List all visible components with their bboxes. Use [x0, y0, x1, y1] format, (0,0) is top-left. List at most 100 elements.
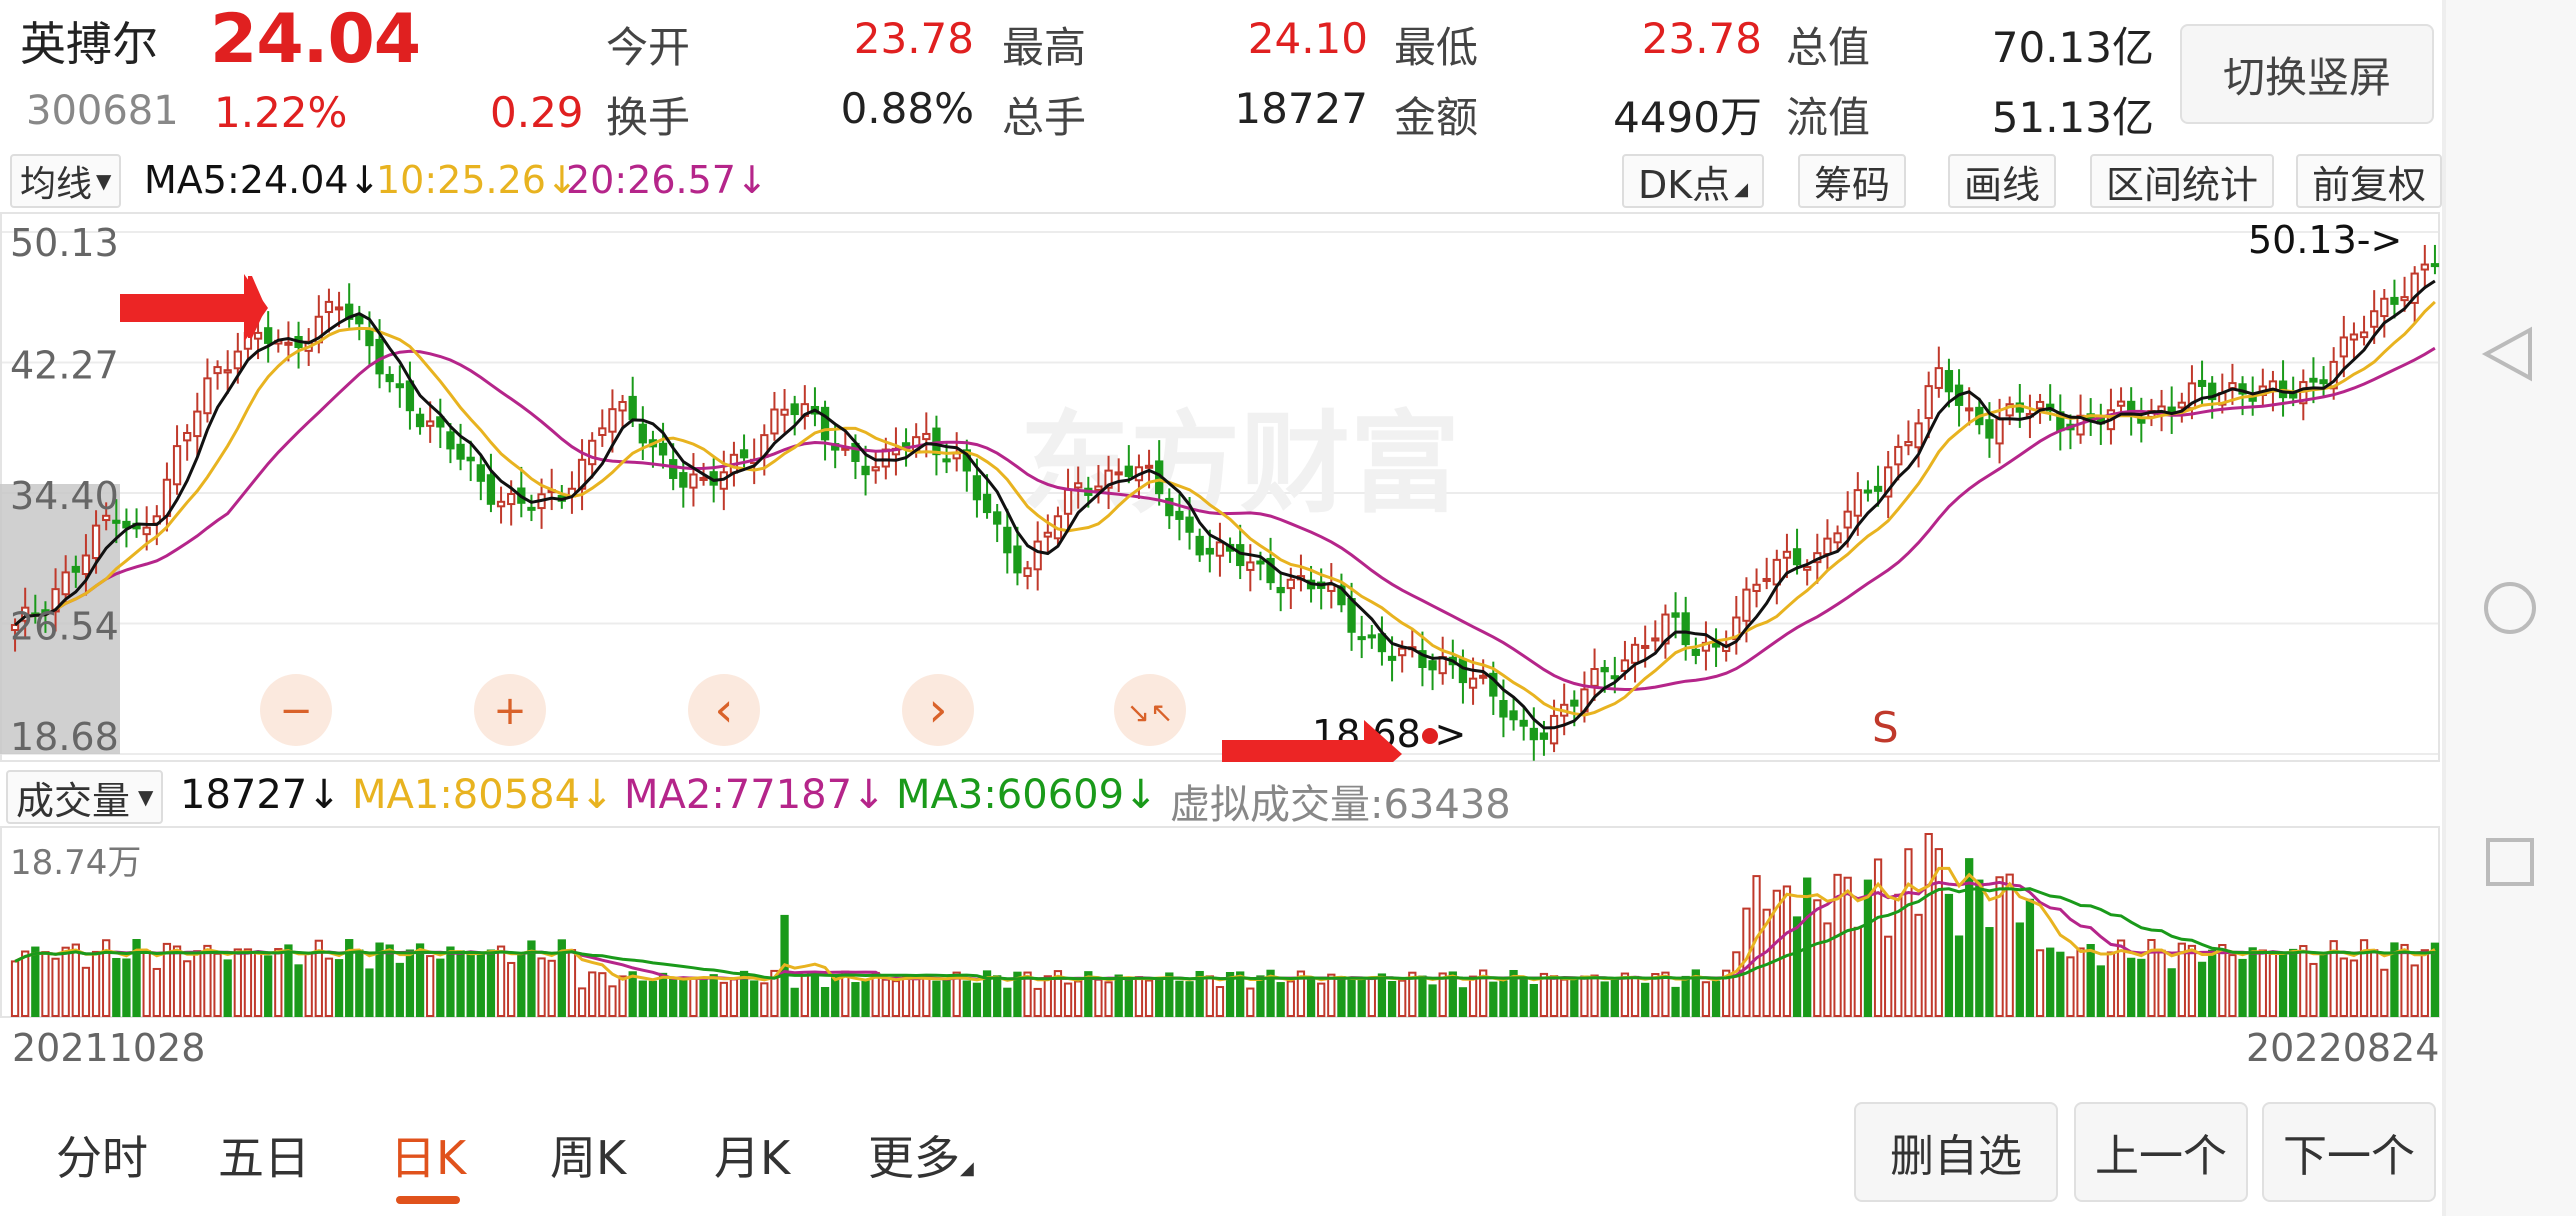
volume-bar-down	[709, 974, 718, 1017]
remove-watchlist-button[interactable]: 删自选	[1854, 1102, 2058, 1202]
volume-bar-up	[2258, 949, 2267, 1017]
volume-bar-down	[1155, 977, 1164, 1017]
tab-more[interactable]: 更多◢	[868, 1122, 974, 1188]
stock-name: 英搏尔	[20, 17, 158, 71]
candle-up	[598, 427, 607, 436]
volume-bar-up	[1074, 980, 1083, 1018]
back-icon[interactable]	[2481, 326, 2532, 382]
volume-bar-down	[1165, 972, 1174, 1018]
y-axis-label: 18.68	[10, 715, 119, 759]
home-icon[interactable]	[2484, 582, 2536, 634]
start-date: 20211028	[12, 1026, 206, 1070]
tab-intraday[interactable]: 分时	[56, 1122, 148, 1188]
volume-bar-down	[2238, 958, 2247, 1017]
candle-down	[1428, 660, 1437, 671]
candle-up	[334, 306, 344, 311]
range-stats-button[interactable]: 区间统计	[2090, 154, 2275, 208]
volume-bar-up	[1468, 975, 1478, 1017]
candle-down	[264, 327, 273, 344]
candle-down	[2430, 263, 2440, 268]
candle-up	[2359, 331, 2369, 339]
volume-bar-up	[2106, 951, 2116, 1017]
candle-down	[1873, 485, 1883, 492]
zoom-out-button[interactable]: −	[260, 674, 332, 746]
chips-button[interactable]: 筹码	[1798, 154, 1907, 208]
candle-down	[456, 443, 465, 460]
volume-bar-down	[1337, 976, 1346, 1018]
tab-daily-k[interactable]: 日K	[390, 1122, 466, 1188]
ma20-value: 20:26.57↓	[566, 158, 768, 202]
candle-down	[820, 406, 830, 441]
candle-down	[1185, 516, 1194, 533]
candle-up	[183, 432, 192, 442]
volume-bar-down	[1671, 986, 1680, 1018]
volume-chart[interactable]: 18.74万	[0, 826, 2446, 1018]
volume-bar-down	[861, 980, 870, 1017]
volume-bar-down	[1114, 974, 1123, 1017]
switch-portrait-button[interactable]: 切换竖屏	[2180, 24, 2434, 124]
tab-five-day[interactable]: 五日	[218, 1122, 310, 1188]
volume-bar-up	[1398, 979, 1407, 1017]
volume-bar-down	[1003, 987, 1012, 1017]
volume-bar-down	[972, 982, 982, 1018]
candle-down	[739, 449, 749, 459]
shrink-button[interactable]: ↘↖	[1114, 674, 1186, 746]
tab-monthly-k[interactable]: 月K	[714, 1122, 790, 1188]
recents-icon[interactable]	[2486, 838, 2534, 886]
volume-bar-up	[2420, 949, 2429, 1017]
volume-bar-down	[2086, 944, 2095, 1017]
volume-indicator-select[interactable]: 成交量 ▼	[6, 770, 164, 824]
volume-bar-down	[2167, 968, 2176, 1018]
kline-chart[interactable]: 东方财富 50.1342.2734.4026.5418.68 50.13-> 1…	[0, 212, 2446, 762]
candle-down	[679, 472, 688, 488]
next-stock-button[interactable]: 下一个	[2262, 1102, 2436, 1202]
volume-bar-down	[679, 979, 688, 1017]
volume-bar-down	[355, 949, 364, 1017]
candle-up	[1246, 561, 1255, 571]
volume-bar-down	[1124, 977, 1133, 1017]
candle-up	[213, 366, 222, 375]
volume-bar-down	[1944, 893, 1954, 1017]
volume-bar-up	[324, 957, 334, 1017]
sell-signal-marker: S	[1872, 703, 1899, 752]
tab-weekly-k[interactable]: 周K	[550, 1122, 626, 1188]
volume-bar-up	[304, 951, 313, 1018]
draw-line-button[interactable]: 画线	[1948, 154, 2057, 208]
volume-bar-down	[2278, 954, 2288, 1018]
candle-up	[1479, 674, 1488, 679]
volume-bar-down	[993, 975, 1002, 1017]
volume-bar-up	[142, 950, 151, 1017]
volume-bar-up	[1651, 973, 1660, 1018]
high-marker: 50.13->	[2248, 218, 2402, 262]
volume-bar-up	[1539, 972, 1549, 1018]
candle-down	[1367, 634, 1376, 639]
volume-bar-up	[1661, 971, 1670, 1018]
volume-bar-up	[152, 967, 161, 1018]
candle-down	[2309, 377, 2318, 383]
low-point-dot	[1422, 728, 1438, 744]
volume-bar-up	[2268, 952, 2278, 1017]
candle-down	[1519, 719, 1528, 727]
volume-bar-up	[577, 987, 587, 1017]
candle-down	[1458, 658, 1468, 684]
candle-up	[91, 524, 101, 560]
candle-up	[689, 473, 698, 489]
volume-bar-up	[172, 945, 182, 1017]
volume-bar-down	[1681, 975, 1690, 1017]
volume-bar-up	[760, 982, 769, 1017]
volume-bar-up	[2218, 944, 2227, 1017]
candle-up	[2420, 263, 2429, 271]
active-tab-indicator	[396, 1196, 460, 1204]
candle-up	[770, 408, 779, 435]
pan-left-button[interactable]: ‹	[688, 674, 760, 746]
volume-bar-down	[1610, 978, 1619, 1017]
volume-bar-down	[820, 986, 830, 1018]
dk-point-button[interactable]: DK点 ◢	[1622, 154, 1765, 208]
zoom-in-button[interactable]: +	[474, 674, 546, 746]
chevron-down-icon: ▼	[96, 169, 112, 193]
previous-stock-button[interactable]: 上一个	[2074, 1102, 2248, 1202]
pan-right-button[interactable]: ›	[902, 674, 974, 746]
forward-adjust-button[interactable]: 前复权	[2296, 154, 2443, 208]
indicator-select[interactable]: 均线 ▼	[10, 154, 122, 208]
volume-bar-up	[1134, 976, 1144, 1017]
